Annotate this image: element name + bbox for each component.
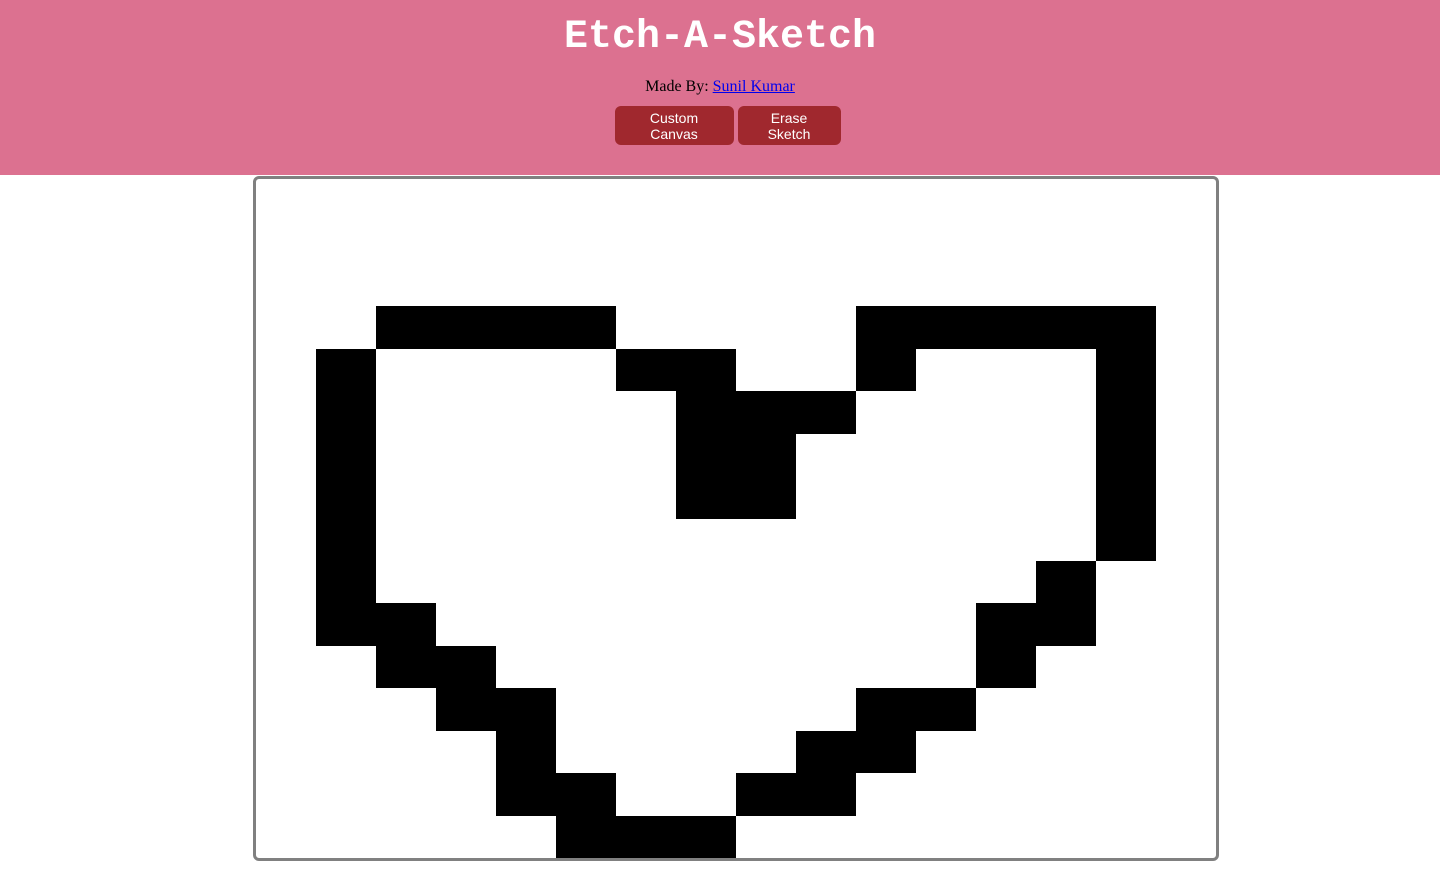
grid-cell-filled[interactable] bbox=[856, 349, 916, 391]
custom-canvas-button[interactable]: Custom Canvas bbox=[614, 106, 734, 145]
page-title: Etch-A-Sketch bbox=[563, 15, 877, 60]
made-by-label: Made By: bbox=[645, 78, 709, 95]
grid-cell-filled[interactable] bbox=[436, 688, 496, 731]
grid-cell-filled[interactable] bbox=[556, 306, 616, 349]
grid-cell-filled[interactable] bbox=[736, 476, 796, 519]
sketch-grid[interactable] bbox=[256, 179, 1216, 858]
grid-cell-filled[interactable] bbox=[916, 688, 976, 731]
grid-cell-filled[interactable] bbox=[1096, 391, 1156, 434]
grid-cell-filled[interactable] bbox=[676, 434, 736, 476]
grid-cell-filled[interactable] bbox=[556, 773, 616, 816]
grid-cell-filled[interactable] bbox=[496, 773, 556, 816]
grid-cell-filled[interactable] bbox=[856, 731, 916, 773]
grid-cell-filled[interactable] bbox=[676, 476, 736, 519]
grid-cell-filled[interactable] bbox=[496, 306, 556, 349]
grid-cell-filled[interactable] bbox=[676, 816, 736, 858]
grid-cell-filled[interactable] bbox=[796, 731, 856, 773]
grid-cell-filled[interactable] bbox=[316, 476, 376, 519]
grid-cell-filled[interactable] bbox=[1036, 603, 1096, 646]
grid-cell-filled[interactable] bbox=[916, 306, 976, 349]
grid-cell-filled[interactable] bbox=[316, 603, 376, 646]
grid-cell-filled[interactable] bbox=[616, 816, 676, 858]
toolbar: Custom Canvas Erase Sketch bbox=[0, 106, 1440, 145]
grid-cell-filled[interactable] bbox=[976, 603, 1036, 646]
grid-cell-filled[interactable] bbox=[376, 603, 436, 646]
grid-cell-filled[interactable] bbox=[436, 646, 496, 688]
sketch-canvas[interactable] bbox=[253, 176, 1219, 861]
grid-cell-filled[interactable] bbox=[796, 773, 856, 816]
grid-cell-filled[interactable] bbox=[316, 349, 376, 391]
grid-cell-filled[interactable] bbox=[1096, 519, 1156, 561]
grid-cell-filled[interactable] bbox=[1096, 349, 1156, 391]
grid-cell-filled[interactable] bbox=[556, 816, 616, 858]
app-header: Etch-A-Sketch Made By: Sunil Kumar Custo… bbox=[0, 0, 1440, 175]
grid-cell-filled[interactable] bbox=[1036, 561, 1096, 603]
grid-cell-filled[interactable] bbox=[1096, 306, 1156, 349]
author-link[interactable]: Sunil Kumar bbox=[713, 78, 795, 95]
grid-cell-filled[interactable] bbox=[316, 519, 376, 561]
grid-cell-filled[interactable] bbox=[376, 306, 436, 349]
grid-cell-filled[interactable] bbox=[976, 306, 1036, 349]
grid-cell-filled[interactable] bbox=[1036, 306, 1096, 349]
grid-cell-filled[interactable] bbox=[1096, 434, 1156, 476]
grid-cell-filled[interactable] bbox=[1096, 476, 1156, 519]
grid-cell-filled[interactable] bbox=[976, 646, 1036, 688]
grid-cell-filled[interactable] bbox=[736, 773, 796, 816]
grid-cell-filled[interactable] bbox=[436, 306, 496, 349]
grid-cell-filled[interactable] bbox=[856, 306, 916, 349]
grid-cell-filled[interactable] bbox=[736, 391, 796, 434]
grid-cell-filled[interactable] bbox=[676, 349, 736, 391]
grid-cell-filled[interactable] bbox=[316, 434, 376, 476]
author-credit: Made By: Sunil Kumar bbox=[0, 77, 1440, 97]
grid-cell-filled[interactable] bbox=[496, 731, 556, 773]
grid-cell-filled[interactable] bbox=[376, 646, 436, 688]
grid-cell-filled[interactable] bbox=[316, 561, 376, 603]
grid-cell-filled[interactable] bbox=[496, 688, 556, 731]
grid-cell-filled[interactable] bbox=[316, 391, 376, 434]
grid-cell-filled[interactable] bbox=[796, 391, 856, 434]
grid-cell-filled[interactable] bbox=[736, 434, 796, 476]
grid-cell-filled[interactable] bbox=[616, 349, 676, 391]
erase-sketch-button[interactable]: Erase Sketch bbox=[737, 106, 841, 145]
grid-cell-filled[interactable] bbox=[856, 688, 916, 731]
grid-cell-filled[interactable] bbox=[676, 391, 736, 434]
